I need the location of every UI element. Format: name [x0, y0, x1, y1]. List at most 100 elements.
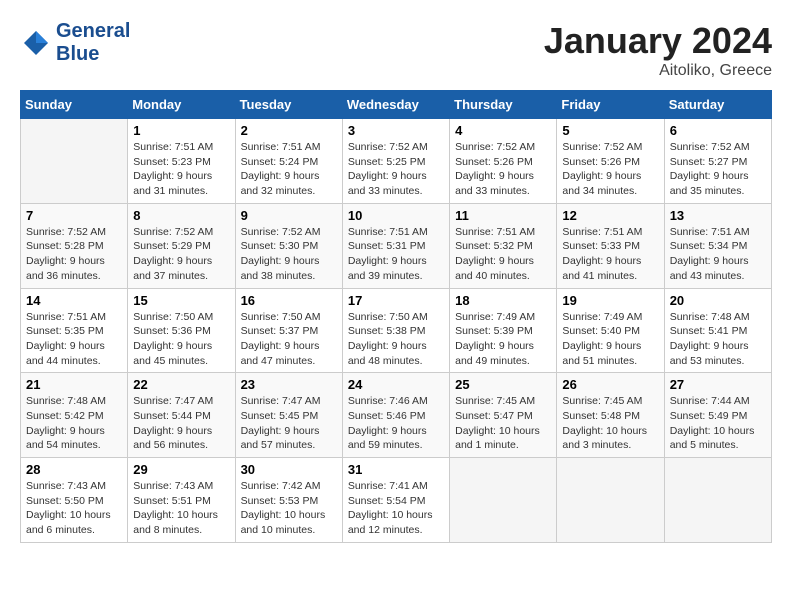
calendar-cell: 13 Sunrise: 7:51 AMSunset: 5:34 PMDayligh… — [664, 203, 771, 288]
day-number: 18 — [455, 293, 551, 308]
logo: General Blue — [20, 20, 130, 66]
day-number: 13 — [670, 208, 766, 223]
day-number: 12 — [562, 208, 658, 223]
calendar-cell: 9 Sunrise: 7:52 AMSunset: 5:30 PMDaylight… — [235, 203, 342, 288]
month-title: January 2024 — [544, 20, 772, 62]
calendar-cell: 14Sunrise: 7:51 AMSunset: 5:35 PMDayligh… — [21, 288, 128, 373]
calendar-cell: 24 Sunrise: 7:46 AMSunset: 5:46 PMDayligh… — [342, 373, 449, 458]
day-number: 16 — [241, 293, 337, 308]
day-info: Sunrise: 7:41 AMSunset: 5:54 PMDaylight:… — [348, 479, 444, 538]
day-info: Sunrise: 7:52 AMSunset: 5:25 PMDaylight:… — [348, 140, 444, 199]
calendar-cell: 17 Sunrise: 7:50 AMSunset: 5:38 PMDayligh… — [342, 288, 449, 373]
day-number: 26 — [562, 377, 658, 392]
calendar-cell: 25 Sunrise: 7:45 AMSunset: 5:47 PMDayligh… — [450, 373, 557, 458]
day-info: Sunrise: 7:52 AMSunset: 5:29 PMDaylight:… — [133, 225, 229, 284]
day-info: Sunrise: 7:49 AMSunset: 5:40 PMDaylight:… — [562, 310, 658, 369]
day-info: Sunrise: 7:52 AMSunset: 5:26 PMDaylight:… — [562, 140, 658, 199]
day-number: 5 — [562, 123, 658, 138]
calendar-week-row: 1 Sunrise: 7:51 AMSunset: 5:23 PMDaylight… — [21, 119, 772, 204]
weekday-header: Tuesday — [235, 91, 342, 119]
weekday-header: Thursday — [450, 91, 557, 119]
day-number: 25 — [455, 377, 551, 392]
logo-text-blue: Blue — [56, 43, 130, 66]
calendar-cell: 5 Sunrise: 7:52 AMSunset: 5:26 PMDaylight… — [557, 119, 664, 204]
calendar-cell: 6Sunrise: 7:52 AMSunset: 5:27 PMDaylight… — [664, 119, 771, 204]
day-info: Sunrise: 7:51 AMSunset: 5:32 PMDaylight:… — [455, 225, 551, 284]
calendar-cell — [557, 458, 664, 543]
calendar-cell: 26 Sunrise: 7:45 AMSunset: 5:48 PMDayligh… — [557, 373, 664, 458]
calendar-cell — [664, 458, 771, 543]
day-info: Sunrise: 7:51 AMSunset: 5:23 PMDaylight:… — [133, 140, 229, 199]
day-info: Sunrise: 7:45 AMSunset: 5:48 PMDaylight:… — [562, 394, 658, 453]
calendar-cell: 21 Sunrise: 7:48 AMSunset: 5:42 PMDayligh… — [21, 373, 128, 458]
day-info: Sunrise: 7:44 AMSunset: 5:49 PMDaylight:… — [670, 394, 766, 453]
day-info: Sunrise: 7:51 AMSunset: 5:34 PMDaylight:… — [670, 225, 766, 284]
day-info: Sunrise: 7:50 AMSunset: 5:38 PMDaylight:… — [348, 310, 444, 369]
calendar-cell: 8 Sunrise: 7:52 AMSunset: 5:29 PMDaylight… — [128, 203, 235, 288]
day-number: 29 — [133, 462, 229, 477]
calendar-cell: 4 Sunrise: 7:52 AMSunset: 5:26 PMDaylight… — [450, 119, 557, 204]
day-info: Sunrise: 7:50 AMSunset: 5:36 PMDaylight:… — [133, 310, 229, 369]
day-info: Sunrise: 7:43 AMSunset: 5:51 PMDaylight:… — [133, 479, 229, 538]
weekday-header: Monday — [128, 91, 235, 119]
calendar-cell — [21, 119, 128, 204]
day-info: Sunrise: 7:52 AMSunset: 5:28 PMDaylight:… — [26, 225, 122, 284]
weekday-header: Saturday — [664, 91, 771, 119]
day-info: Sunrise: 7:52 AMSunset: 5:26 PMDaylight:… — [455, 140, 551, 199]
weekday-header: Sunday — [21, 91, 128, 119]
calendar-cell: 30Sunrise: 7:42 AMSunset: 5:53 PMDayligh… — [235, 458, 342, 543]
day-info: Sunrise: 7:45 AMSunset: 5:47 PMDaylight:… — [455, 394, 551, 453]
day-number: 8 — [133, 208, 229, 223]
day-number: 17 — [348, 293, 444, 308]
day-number: 19 — [562, 293, 658, 308]
day-info: Sunrise: 7:48 AMSunset: 5:42 PMDaylight:… — [26, 394, 122, 453]
title-block: January 2024 Aitoliko, Greece — [544, 20, 772, 80]
logo-text-general: General — [56, 20, 130, 43]
day-info: Sunrise: 7:43 AMSunset: 5:50 PMDaylight:… — [26, 479, 122, 538]
day-number: 15 — [133, 293, 229, 308]
location: Aitoliko, Greece — [544, 62, 772, 80]
calendar-cell: 27 Sunrise: 7:44 AMSunset: 5:49 PMDayligh… — [664, 373, 771, 458]
day-number: 11 — [455, 208, 551, 223]
day-info: Sunrise: 7:46 AMSunset: 5:46 PMDaylight:… — [348, 394, 444, 453]
calendar-cell — [450, 458, 557, 543]
day-number: 30 — [241, 462, 337, 477]
calendar-week-row: 14Sunrise: 7:51 AMSunset: 5:35 PMDayligh… — [21, 288, 772, 373]
day-info: Sunrise: 7:51 AMSunset: 5:33 PMDaylight:… — [562, 225, 658, 284]
day-number: 24 — [348, 377, 444, 392]
logo-icon — [20, 27, 52, 59]
calendar-header-row: SundayMondayTuesdayWednesdayThursdayFrid… — [21, 91, 772, 119]
calendar-cell: 2Sunrise: 7:51 AMSunset: 5:24 PMDaylight… — [235, 119, 342, 204]
calendar-cell: 23Sunrise: 7:47 AMSunset: 5:45 PMDayligh… — [235, 373, 342, 458]
day-number: 31 — [348, 462, 444, 477]
calendar-cell: 18Sunrise: 7:49 AMSunset: 5:39 PMDayligh… — [450, 288, 557, 373]
weekday-header: Wednesday — [342, 91, 449, 119]
calendar-cell: 1 Sunrise: 7:51 AMSunset: 5:23 PMDaylight… — [128, 119, 235, 204]
calendar-body: 1 Sunrise: 7:51 AMSunset: 5:23 PMDaylight… — [21, 119, 772, 543]
calendar-cell: 10Sunrise: 7:51 AMSunset: 5:31 PMDayligh… — [342, 203, 449, 288]
day-number: 10 — [348, 208, 444, 223]
calendar-cell: 20Sunrise: 7:48 AMSunset: 5:41 PMDayligh… — [664, 288, 771, 373]
day-number: 27 — [670, 377, 766, 392]
calendar-cell: 22Sunrise: 7:47 AMSunset: 5:44 PMDayligh… — [128, 373, 235, 458]
page-header: General Blue January 2024 Aitoliko, Gree… — [20, 20, 772, 80]
calendar-cell: 16 Sunrise: 7:50 AMSunset: 5:37 PMDayligh… — [235, 288, 342, 373]
calendar-cell: 3Sunrise: 7:52 AMSunset: 5:25 PMDaylight… — [342, 119, 449, 204]
calendar-cell: 29 Sunrise: 7:43 AMSunset: 5:51 PMDayligh… — [128, 458, 235, 543]
day-number: 21 — [26, 377, 122, 392]
day-number: 1 — [133, 123, 229, 138]
calendar-cell: 11 Sunrise: 7:51 AMSunset: 5:32 PMDayligh… — [450, 203, 557, 288]
calendar-cell: 31 Sunrise: 7:41 AMSunset: 5:54 PMDayligh… — [342, 458, 449, 543]
day-number: 9 — [241, 208, 337, 223]
calendar-cell: 7 Sunrise: 7:52 AMSunset: 5:28 PMDaylight… — [21, 203, 128, 288]
day-info: Sunrise: 7:51 AMSunset: 5:24 PMDaylight:… — [241, 140, 337, 199]
day-number: 7 — [26, 208, 122, 223]
day-info: Sunrise: 7:48 AMSunset: 5:41 PMDaylight:… — [670, 310, 766, 369]
calendar-cell: 28 Sunrise: 7:43 AMSunset: 5:50 PMDayligh… — [21, 458, 128, 543]
day-number: 4 — [455, 123, 551, 138]
day-number: 22 — [133, 377, 229, 392]
calendar-week-row: 7 Sunrise: 7:52 AMSunset: 5:28 PMDaylight… — [21, 203, 772, 288]
day-info: Sunrise: 7:50 AMSunset: 5:37 PMDaylight:… — [241, 310, 337, 369]
day-number: 28 — [26, 462, 122, 477]
day-info: Sunrise: 7:52 AMSunset: 5:30 PMDaylight:… — [241, 225, 337, 284]
